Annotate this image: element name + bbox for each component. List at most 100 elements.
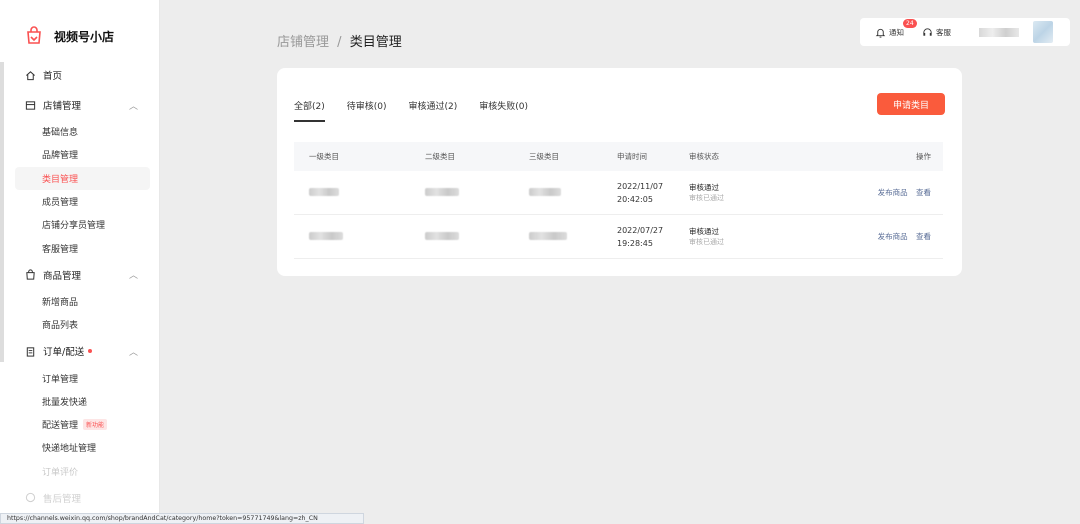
cell-level3 [513, 187, 617, 198]
cell-review-status: 审核通过 审核已通过 [689, 182, 809, 204]
col-level1: 一级类目 [309, 152, 339, 161]
sidebar-nav: 首页 店铺管理 ︿ 基础信息 品牌管理 类目管理 成员管理 店铺分享员管理 客服… [0, 60, 159, 513]
cell-review-status: 审核通过 审核已通过 [689, 226, 809, 248]
sidebar-group-label: 售后管理 [43, 493, 82, 505]
bell-icon [875, 28, 886, 38]
table-header: 一级类目 二级类目 三级类目 申请时间 审核状态 操作 [294, 142, 943, 171]
redacted-text [425, 187, 459, 196]
tab-pending[interactable]: 待审核(0) [347, 99, 387, 122]
apply-date: 2022/11/07 [617, 181, 664, 191]
app-logo[interactable]: 视频号小店 [24, 24, 114, 48]
sidebar-item-brand[interactable]: 品牌管理 [0, 143, 159, 166]
sidebar-item-delivery[interactable]: 配送管理 新功能 [0, 413, 159, 436]
chevron-up-icon: ︿ [128, 271, 138, 282]
col-actions: 操作 [916, 152, 931, 161]
avatar[interactable] [1033, 21, 1053, 43]
bag-icon [24, 269, 36, 281]
redacted-text [529, 187, 561, 196]
sidebar-group-after-sales[interactable]: 售后管理 [0, 483, 159, 513]
cell-level3 [513, 231, 617, 242]
browser-status-url: https://channels.weixin.qq.com/shop/bran… [0, 513, 364, 524]
sidebar-item-label: 配送管理 [42, 421, 79, 432]
new-feature-badge: 新功能 [83, 419, 108, 431]
cell-apply-time: 2022/11/07 20:42:05 [617, 180, 689, 206]
redacted-text [425, 231, 459, 240]
redacted-text [309, 187, 339, 196]
sidebar-item-order-management[interactable]: 订单管理 [0, 366, 159, 389]
cell-apply-time: 2022/07/27 19:28:45 [617, 224, 689, 250]
chevron-up-icon: ︿ [128, 347, 138, 358]
sidebar-group-label: 商品管理 [43, 270, 82, 282]
publish-product-link[interactable]: 发布商品 [878, 232, 908, 241]
shop-bag-icon [27, 26, 41, 44]
user-name-redacted[interactable] [979, 27, 1019, 37]
sidebar-item-product-list[interactable]: 商品列表 [0, 313, 159, 336]
sidebar-group-orders[interactable]: 订单/配送 ︿ [0, 336, 159, 366]
col-level3: 三级类目 [529, 152, 559, 161]
view-link[interactable]: 查看 [916, 188, 931, 197]
headset-icon [923, 27, 932, 36]
sidebar-group-label: 订单/配送 [43, 347, 85, 359]
view-link[interactable]: 查看 [916, 232, 931, 241]
chevron-up-icon: ︿ [128, 101, 138, 112]
top-toolbar: 通知 24 客服 [860, 18, 1070, 46]
status-text: 审核通过 [689, 182, 719, 192]
apply-category-button[interactable]: 申请类目 [877, 93, 945, 115]
col-review-status: 审核状态 [689, 152, 719, 161]
sidebar: 视频号小店 首页 店铺管理 ︿ 基础信息 品牌管理 类目管理 成员管理 店铺分享… [0, 0, 160, 524]
category-card: 全部(2) 待审核(0) 审核通过(2) 审核失败(0) 申请类目 一级类目 二… [277, 68, 962, 276]
col-apply-time: 申请时间 [617, 152, 647, 161]
status-tabs: 全部(2) 待审核(0) 审核通过(2) 审核失败(0) [294, 99, 550, 122]
sidebar-item-members[interactable]: 成员管理 [0, 190, 159, 213]
redacted-text [529, 231, 567, 240]
apply-clock: 20:42:05 [617, 194, 653, 204]
sidebar-item-sharers[interactable]: 店铺分享员管理 [0, 213, 159, 236]
sidebar-item-customer-service[interactable]: 客服管理 [0, 236, 159, 259]
notification-label: 通知 [889, 27, 904, 37]
shop-icon [24, 99, 36, 111]
cell-level1 [294, 231, 410, 242]
publish-product-link[interactable]: 发布商品 [878, 188, 908, 197]
tab-failed[interactable]: 审核失败(0) [479, 99, 528, 122]
cell-level1 [294, 187, 410, 198]
notification-count-badge: 24 [903, 18, 917, 28]
sidebar-item-reviews[interactable]: 订单评价 [0, 460, 159, 483]
home-icon [24, 69, 36, 81]
sidebar-group-shop[interactable]: 店铺管理 ︿ [0, 90, 159, 120]
table-row: 2022/11/07 20:42:05 审核通过 审核已通过 发布商品 查看 [294, 171, 943, 215]
apply-clock: 19:28:45 [617, 238, 653, 248]
sidebar-item-batch-shipping[interactable]: 批量发快递 [0, 390, 159, 413]
status-subtext: 审核已通过 [689, 237, 724, 246]
apply-date: 2022/07/27 [617, 225, 664, 235]
sidebar-item-address[interactable]: 快递地址管理 [0, 436, 159, 459]
status-subtext: 审核已通过 [689, 193, 724, 202]
cell-actions: 发布商品 查看 [809, 187, 943, 198]
breadcrumb-parent[interactable]: 店铺管理 [277, 35, 329, 50]
breadcrumb: 店铺管理 / 类目管理 [277, 31, 402, 50]
support-button[interactable]: 客服 [922, 27, 951, 38]
table-row: 2022/07/27 19:28:45 审核通过 审核已通过 发布商品 查看 [294, 215, 943, 259]
redacted-text [309, 231, 343, 240]
app-name: 视频号小店 [54, 29, 115, 44]
tab-all[interactable]: 全部(2) [294, 99, 325, 122]
category-table: 一级类目 二级类目 三级类目 申请时间 审核状态 操作 2022/11/07 2… [294, 142, 943, 259]
sidebar-item-basic-info[interactable]: 基础信息 [0, 120, 159, 143]
sidebar-item-home[interactable]: 首页 [0, 60, 159, 90]
sidebar-item-new-product[interactable]: 新增商品 [0, 290, 159, 313]
cell-level2 [410, 187, 513, 198]
sidebar-item-category[interactable]: 类目管理 [15, 166, 150, 190]
support-label: 客服 [936, 27, 951, 37]
col-level2: 二级类目 [425, 152, 455, 161]
sidebar-group-products[interactable]: 商品管理 ︿ [0, 260, 159, 290]
breadcrumb-separator: / [337, 35, 342, 50]
sidebar-group-label: 店铺管理 [43, 101, 82, 112]
cell-actions: 发布商品 查看 [809, 231, 943, 242]
clipboard-icon [24, 345, 36, 357]
status-text: 审核通过 [689, 226, 719, 236]
tab-approved[interactable]: 审核通过(2) [409, 99, 458, 122]
notification-button[interactable]: 通知 24 [875, 18, 917, 38]
after-sales-icon [24, 492, 36, 504]
page-title: 类目管理 [349, 35, 402, 50]
cell-level2 [410, 231, 513, 242]
sidebar-item-label: 首页 [43, 71, 63, 82]
